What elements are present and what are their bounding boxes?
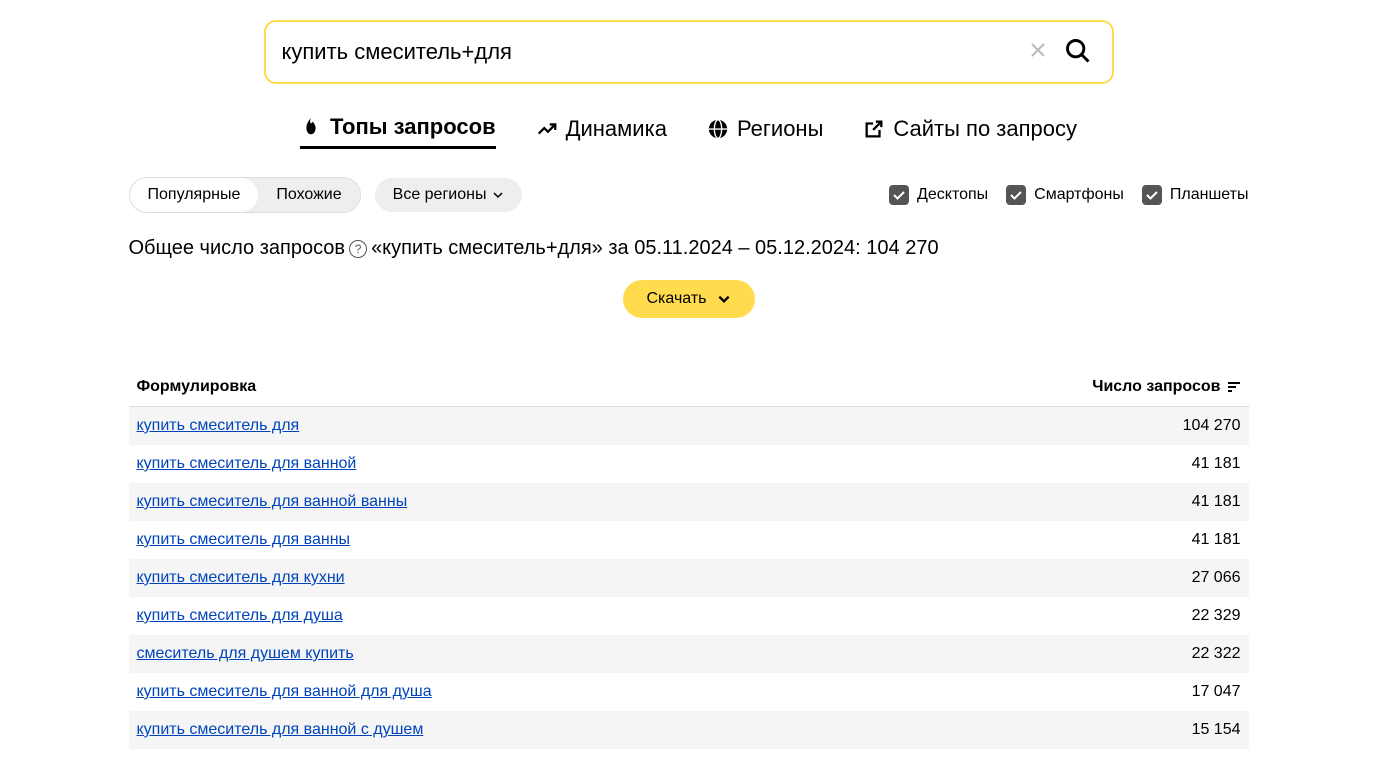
filter-group: Популярные Похожие — [129, 177, 361, 213]
count-cell: 104 270 — [1183, 417, 1241, 435]
tab-tops[interactable]: Топы запросов — [300, 114, 496, 149]
search-icon — [1064, 37, 1092, 65]
checkbox-label: Смартфоны — [1034, 186, 1124, 204]
external-icon — [863, 118, 885, 140]
query-link[interactable]: купить смеситель для — [137, 417, 300, 435]
sort-icon — [1227, 380, 1241, 394]
count-cell: 41 181 — [1192, 455, 1241, 473]
table-row: купить смеситель для кухни 27 066 — [129, 559, 1249, 597]
checkbox-tablet[interactable]: Планшеты — [1142, 185, 1249, 205]
region-dropdown[interactable]: Все регионы — [375, 178, 523, 212]
query-link[interactable]: смеситель для душем купить — [137, 645, 354, 663]
search-input[interactable] — [282, 39, 1024, 65]
table-row: купить смеситель для душа 22 329 — [129, 597, 1249, 635]
query-link[interactable]: купить смеситель для ванной — [137, 455, 357, 473]
checkbox-smartphone[interactable]: Смартфоны — [1006, 185, 1124, 205]
table-row: купить смеситель для 104 270 — [129, 407, 1249, 445]
download-label: Скачать — [647, 290, 707, 308]
count-cell: 41 181 — [1192, 531, 1241, 549]
tab-dynamics[interactable]: Динамика — [536, 114, 667, 149]
summary-text: Общее число запросов ? «купить смеситель… — [129, 237, 1249, 260]
clear-button[interactable] — [1024, 35, 1052, 70]
count-cell: 17 047 — [1192, 683, 1241, 701]
region-label: Все регионы — [393, 186, 487, 204]
query-link[interactable]: купить смеситель для ванны — [137, 531, 351, 549]
chevron-down-icon — [492, 189, 504, 201]
fire-icon — [300, 116, 322, 138]
tab-label: Топы запросов — [330, 114, 496, 140]
search-box — [264, 20, 1114, 84]
query-link[interactable]: купить смеситель для душа — [137, 607, 343, 625]
tab-label: Динамика — [566, 116, 667, 142]
table-row: купить смеситель для ванны 41 181 — [129, 521, 1249, 559]
query-link[interactable]: купить смеситель для кухни — [137, 569, 345, 587]
checkbox-label: Планшеты — [1170, 186, 1249, 204]
checkbox-box — [1006, 185, 1026, 205]
results-table: Формулировка Число запросов купить смеси… — [129, 368, 1249, 749]
filter-similar[interactable]: Похожие — [258, 178, 359, 212]
count-cell: 15 154 — [1192, 721, 1241, 739]
count-cell: 27 066 — [1192, 569, 1241, 587]
checkbox-box — [889, 185, 909, 205]
query-link[interactable]: купить смеситель для ванной ванны — [137, 493, 408, 511]
check-icon — [1145, 188, 1159, 202]
tab-label: Сайты по запросу — [893, 116, 1077, 142]
close-icon — [1030, 42, 1046, 58]
table-row: смеситель для душем купить 22 322 — [129, 635, 1249, 673]
tab-sites[interactable]: Сайты по запросу — [863, 114, 1077, 149]
info-icon[interactable]: ? — [349, 240, 367, 258]
table-row: купить смеситель для ванной с душем 15 15… — [129, 711, 1249, 749]
column-query: Формулировка — [137, 378, 257, 396]
checkbox-label: Десктопы — [917, 186, 988, 204]
table-row: купить смеситель для ванной 41 181 — [129, 445, 1249, 483]
tab-regions[interactable]: Регионы — [707, 114, 823, 149]
tabs: Топы запросов Динамика Регионы Сайты по … — [129, 114, 1249, 149]
chevron-down-icon — [717, 292, 731, 306]
download-button[interactable]: Скачать — [623, 280, 755, 318]
count-cell: 41 181 — [1192, 493, 1241, 511]
search-button[interactable] — [1060, 33, 1096, 72]
check-icon — [892, 188, 906, 202]
table-row: купить смеситель для ванной ванны 41 181 — [129, 483, 1249, 521]
tab-label: Регионы — [737, 116, 823, 142]
globe-icon — [707, 118, 729, 140]
checkbox-desktop[interactable]: Десктопы — [889, 185, 988, 205]
table-row: купить смеситель для ванной для душа 17 0… — [129, 673, 1249, 711]
filter-popular[interactable]: Популярные — [130, 178, 259, 212]
trend-icon — [536, 118, 558, 140]
count-cell: 22 322 — [1192, 645, 1241, 663]
checkbox-box — [1142, 185, 1162, 205]
check-icon — [1009, 188, 1023, 202]
query-link[interactable]: купить смеситель для ванной с душем — [137, 721, 424, 739]
count-cell: 22 329 — [1192, 607, 1241, 625]
column-count[interactable]: Число запросов — [1092, 378, 1240, 396]
query-link[interactable]: купить смеситель для ванной для душа — [137, 683, 432, 701]
